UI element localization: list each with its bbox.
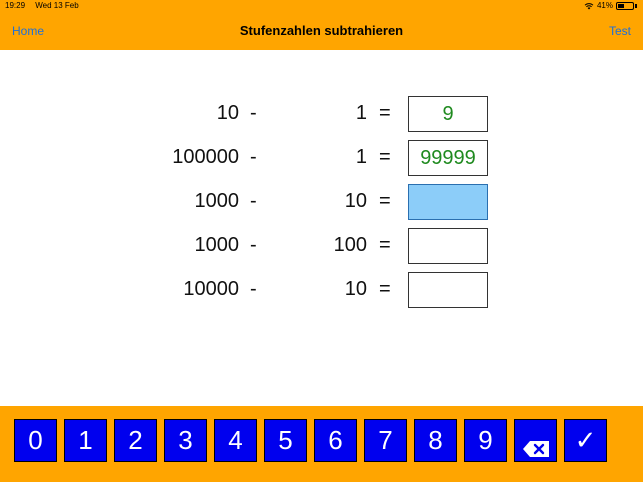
- confirm-button[interactable]: ✓: [564, 419, 607, 462]
- key-7[interactable]: 7: [364, 419, 407, 462]
- backspace-icon: [522, 433, 549, 457]
- status-bar-right: 41%: [584, 1, 637, 10]
- key-0[interactable]: 0: [14, 419, 57, 462]
- equation-row: 10 - 1 = 9: [0, 96, 643, 134]
- minuend: 10000: [183, 278, 239, 300]
- status-date: Wed 13 Feb: [35, 1, 79, 10]
- equation-row: 100000 - 1 = 99999: [0, 140, 643, 178]
- battery-icon: [616, 1, 634, 10]
- minus-sign: -: [250, 190, 257, 212]
- subtrahend: 1: [355, 146, 367, 168]
- subtrahend: 10: [344, 278, 367, 300]
- test-button[interactable]: Test: [609, 24, 631, 38]
- subtrahend: 10: [344, 190, 367, 212]
- key-2[interactable]: 2: [114, 419, 157, 462]
- equals-sign: =: [379, 190, 391, 212]
- top-bar: 19:29 Wed 13 Feb 41% Home Stufenzahlen s…: [0, 0, 643, 50]
- key-4[interactable]: 4: [214, 419, 257, 462]
- answer-field[interactable]: 99999: [408, 140, 488, 176]
- subtrahend: 100: [333, 234, 367, 256]
- app-screen: 19:29 Wed 13 Feb 41% Home Stufenzahlen s…: [0, 0, 643, 482]
- minuend: 1000: [194, 234, 240, 256]
- equation-row: 10000 - 10 =: [0, 272, 643, 310]
- minuend: 100000: [172, 146, 239, 168]
- key-8[interactable]: 8: [414, 419, 457, 462]
- minuend: 10: [216, 102, 239, 124]
- answer-field[interactable]: [408, 272, 488, 308]
- backspace-button[interactable]: [514, 419, 557, 462]
- key-1[interactable]: 1: [64, 419, 107, 462]
- minus-sign: -: [250, 146, 257, 168]
- minus-sign: -: [250, 102, 257, 124]
- key-3[interactable]: 3: [164, 419, 207, 462]
- minus-sign: -: [250, 278, 257, 300]
- battery-percent: 41%: [596, 1, 613, 10]
- equals-sign: =: [379, 234, 391, 256]
- minuend: 1000: [194, 190, 240, 212]
- key-9[interactable]: 9: [464, 419, 507, 462]
- status-time: 19:29: [5, 1, 26, 10]
- equals-sign: =: [379, 278, 391, 300]
- equals-sign: =: [379, 146, 391, 168]
- page-title: Stufenzahlen subtrahieren: [239, 23, 404, 38]
- answer-field-active[interactable]: [408, 184, 488, 220]
- answer-field[interactable]: [408, 228, 488, 264]
- equals-sign: =: [379, 102, 391, 124]
- status-bar-left: 19:29 Wed 13 Feb: [5, 1, 87, 10]
- equation-row: 1000 - 10 =: [0, 184, 643, 222]
- number-keypad: 0 1 2 3 4 5 6 7 8 9 ✓: [0, 406, 643, 482]
- minus-sign: -: [250, 234, 257, 256]
- equation-row: 1000 - 100 =: [0, 228, 643, 266]
- wifi-icon: [584, 2, 594, 10]
- subtrahend: 1: [355, 102, 367, 124]
- key-5[interactable]: 5: [264, 419, 307, 462]
- key-6[interactable]: 6: [314, 419, 357, 462]
- battery-tip: [635, 3, 637, 8]
- battery-fill: [618, 3, 624, 8]
- answer-field[interactable]: 9: [408, 96, 488, 132]
